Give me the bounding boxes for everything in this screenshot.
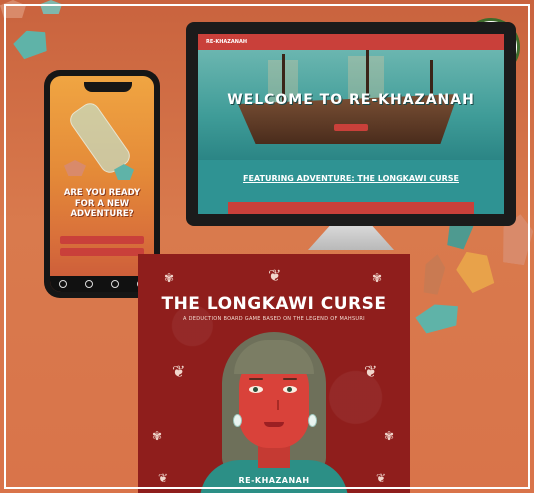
app-headline: ARE YOU READY FOR A NEW ADVENTURE? [50, 188, 154, 220]
crystal-decoration [413, 299, 462, 336]
character-eyebrow [249, 378, 263, 380]
character-nose [271, 400, 279, 410]
app-headline-line: ARE YOU READY [63, 188, 141, 198]
featured-adventure-link[interactable]: FEATURING ADVENTURE: THE LONGKAWI CURSE [198, 174, 504, 183]
board-game-box: ❦ ✾ ✾ ❦ ❦ ✾ ✾ ❦ ❦ THE LONGKAWI CURSE A D… [138, 254, 410, 493]
board-game-brand: RE-KHAZANAH [238, 476, 310, 485]
phone-notch [84, 82, 132, 92]
website-screen: RE-KHAZANAH WELCOME TO RE-KHAZANAH FEATU… [198, 34, 504, 214]
character-earring [308, 414, 317, 427]
app-input-field[interactable] [60, 248, 144, 256]
ornament-decoration: ❦ [172, 362, 186, 381]
ornament-decoration: ❦ [268, 266, 282, 285]
website-logo[interactable]: RE-KHAZANAH [206, 39, 247, 45]
board-game-subtitle: A DEDUCTION BOARD GAME BASED ON THE LEGE… [183, 316, 365, 322]
character-eye [249, 386, 263, 393]
crystal-decoration [64, 160, 86, 176]
monitor-stand [308, 226, 394, 250]
crystal-decoration [451, 245, 499, 296]
promo-scene: 1 RE-KHAZANAH WELCOME TO RE-KHAZANAH FEA… [0, 0, 534, 493]
crystal-decoration [11, 25, 52, 61]
ornament-decoration: ✾ [152, 429, 163, 443]
character-mouth [264, 422, 284, 427]
home-icon[interactable] [59, 280, 67, 288]
website-nav-bar: RE-KHAZANAH [198, 34, 504, 50]
search-icon[interactable] [85, 280, 93, 288]
website-section-bar [228, 202, 474, 214]
character-eyebrow [283, 378, 297, 380]
app-headline-line: ADVENTURE? [70, 209, 134, 220]
ornament-decoration: ❦ [364, 362, 378, 381]
website-hero-title: WELCOME TO RE-KHAZANAH [227, 92, 475, 108]
board-game-title: THE LONGKAWI CURSE [161, 294, 387, 314]
desktop-monitor: RE-KHAZANAH WELCOME TO RE-KHAZANAH FEATU… [186, 22, 516, 226]
app-headline-line: FOR A NEW [74, 198, 130, 209]
app-input-field[interactable] [60, 236, 144, 244]
character-earring [233, 414, 242, 427]
character-eye [283, 386, 297, 393]
crystal-decoration [0, 0, 26, 18]
crystal-decoration [421, 253, 448, 296]
game-icon[interactable] [111, 280, 119, 288]
website-hero-button[interactable] [334, 124, 368, 131]
ornament-decoration: ✾ [372, 271, 383, 285]
crystal-decoration [40, 0, 62, 14]
ornament-decoration: ✾ [384, 429, 395, 443]
ornament-decoration: ✾ [164, 271, 175, 285]
